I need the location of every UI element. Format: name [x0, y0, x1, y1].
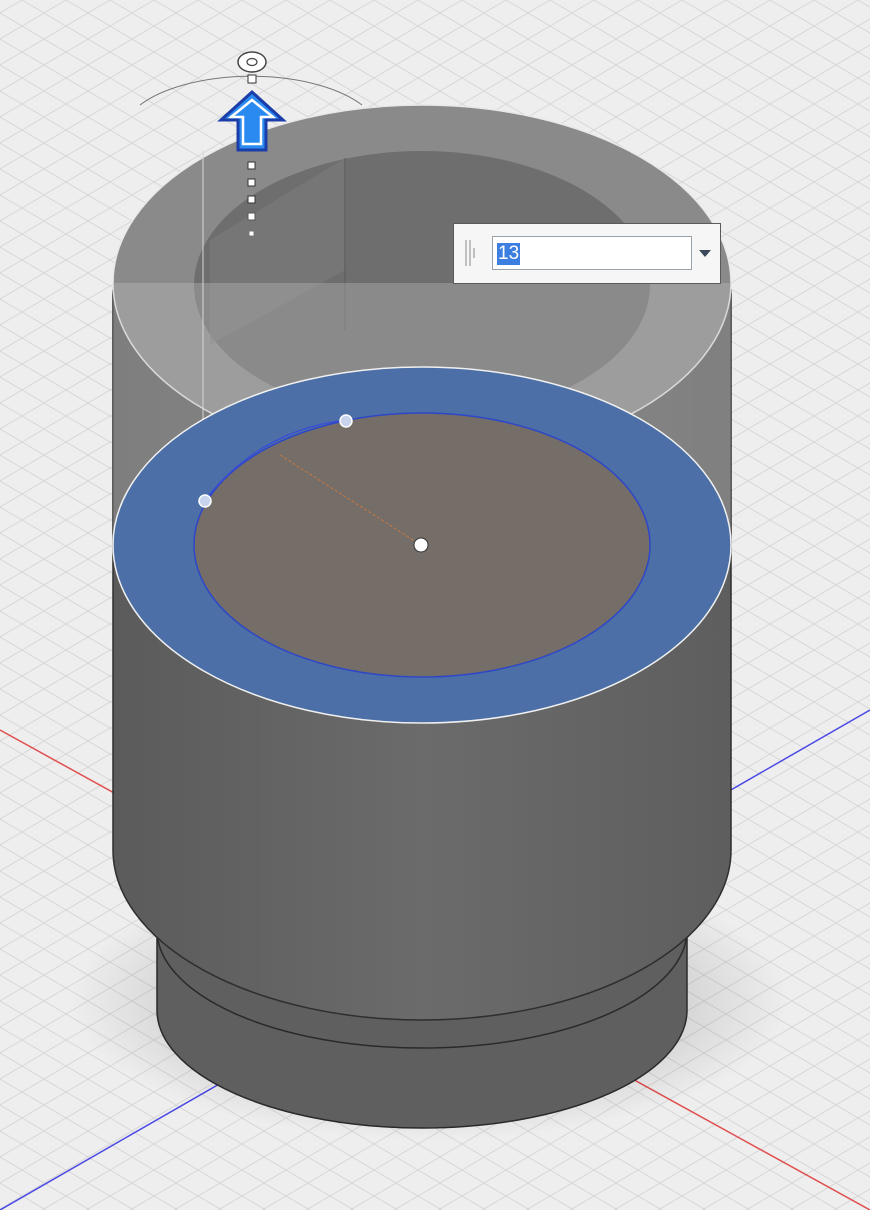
profile-point[interactable]	[198, 494, 212, 508]
center-point[interactable]	[413, 537, 429, 553]
distance-input-box[interactable]: 13	[453, 223, 721, 284]
chevron-down-icon[interactable]	[698, 248, 712, 258]
selected-profile[interactable]	[112, 366, 732, 724]
distance-value[interactable]: 13	[497, 243, 521, 265]
profile-point[interactable]	[339, 414, 353, 428]
grip-icon[interactable]	[464, 238, 478, 268]
design-viewport[interactable]	[0, 0, 870, 1210]
distance-field[interactable]: 13	[492, 236, 692, 270]
